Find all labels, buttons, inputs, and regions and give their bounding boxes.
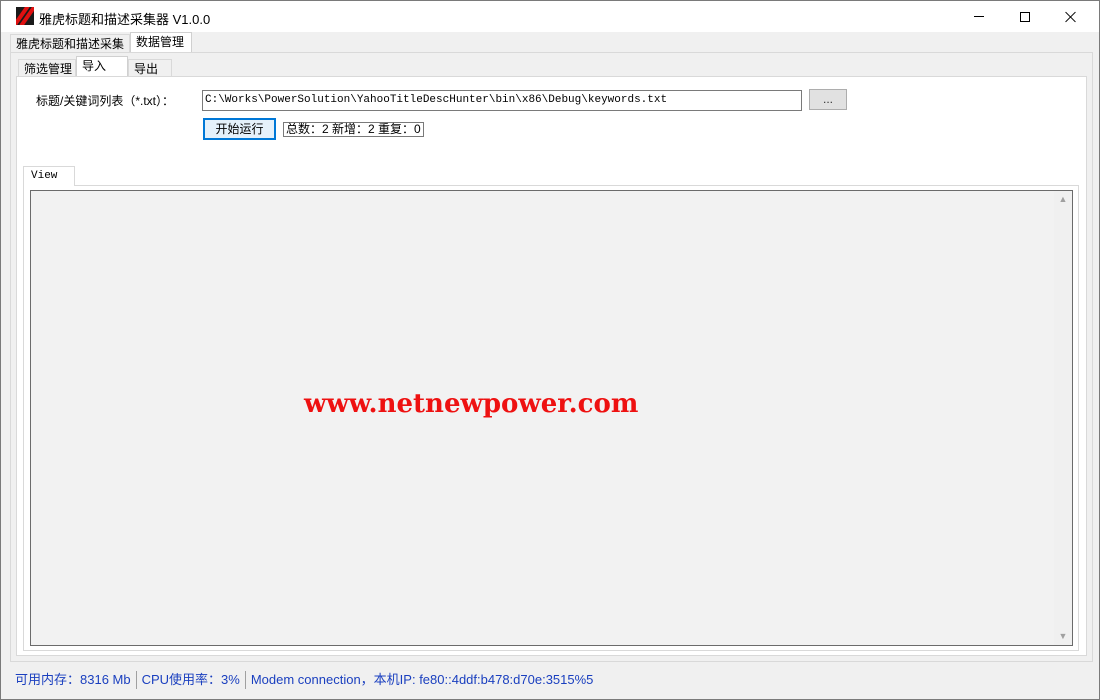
vertical-scrollbar[interactable]: ▲ ▼ (1054, 191, 1072, 645)
tab-yahoo-collect[interactable]: 雅虎标题和描述采集 (10, 34, 130, 54)
window-title: 雅虎标题和描述采集器 V1.0.0 (39, 12, 211, 27)
title-bar[interactable]: 雅虎标题和描述采集器 V1.0.0 (1, 1, 1099, 32)
tab-view[interactable]: View (23, 166, 75, 186)
tab-import[interactable]: 导入 (76, 56, 128, 78)
status-network: Modem connection，本机IP: fe80::4ddf:b478:d… (250, 672, 594, 687)
status-memory: 可用内存：8316 Mb (15, 672, 131, 687)
import-stats: 总数：2 新增：2 重复：0 (283, 122, 424, 137)
watermark-text: www.netnewpower.com (304, 389, 639, 419)
scroll-down-icon[interactable]: ▼ (1054, 628, 1072, 645)
maximize-icon (1020, 11, 1030, 22)
tab-data-management[interactable]: 数据管理 (130, 32, 192, 54)
app-logo-icon (16, 7, 34, 25)
maximize-button[interactable] (1002, 1, 1048, 32)
scroll-up-icon[interactable]: ▲ (1054, 191, 1072, 208)
app-window: 雅虎标题和描述采集器 V1.0.0 雅虎标题和描述采集 数据管理 筛选管理 导入… (0, 0, 1100, 700)
close-icon (1065, 11, 1077, 23)
file-list-label: 标题/关键词列表（*.txt）： (36, 94, 175, 108)
file-path-input[interactable]: C:\Works\PowerSolution\YahooTitleDescHun… (202, 90, 802, 111)
status-cpu: CPU使用率：3% (141, 672, 240, 687)
status-bar: 可用内存：8316 Mb CPU使用率：3% Modem connection，… (10, 668, 1093, 692)
close-button[interactable] (1048, 1, 1094, 32)
start-run-button[interactable]: 开始运行 (203, 118, 276, 140)
minimize-button[interactable] (956, 1, 1002, 32)
minimize-icon (974, 16, 984, 17)
browse-button[interactable]: ... (809, 89, 847, 110)
